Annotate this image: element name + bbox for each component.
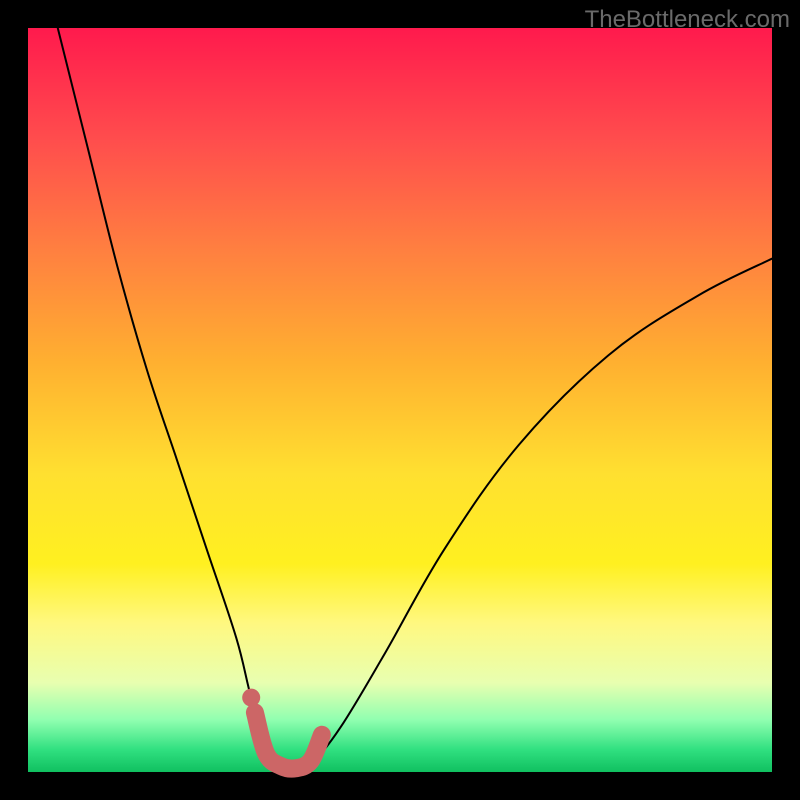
chart-frame: TheBottleneck.com bbox=[0, 0, 800, 800]
bottleneck-curve bbox=[58, 28, 772, 772]
optimal-range-dot bbox=[242, 689, 260, 707]
optimal-range-marker bbox=[255, 712, 322, 768]
plot-area bbox=[28, 28, 772, 772]
curve-svg bbox=[28, 28, 772, 772]
